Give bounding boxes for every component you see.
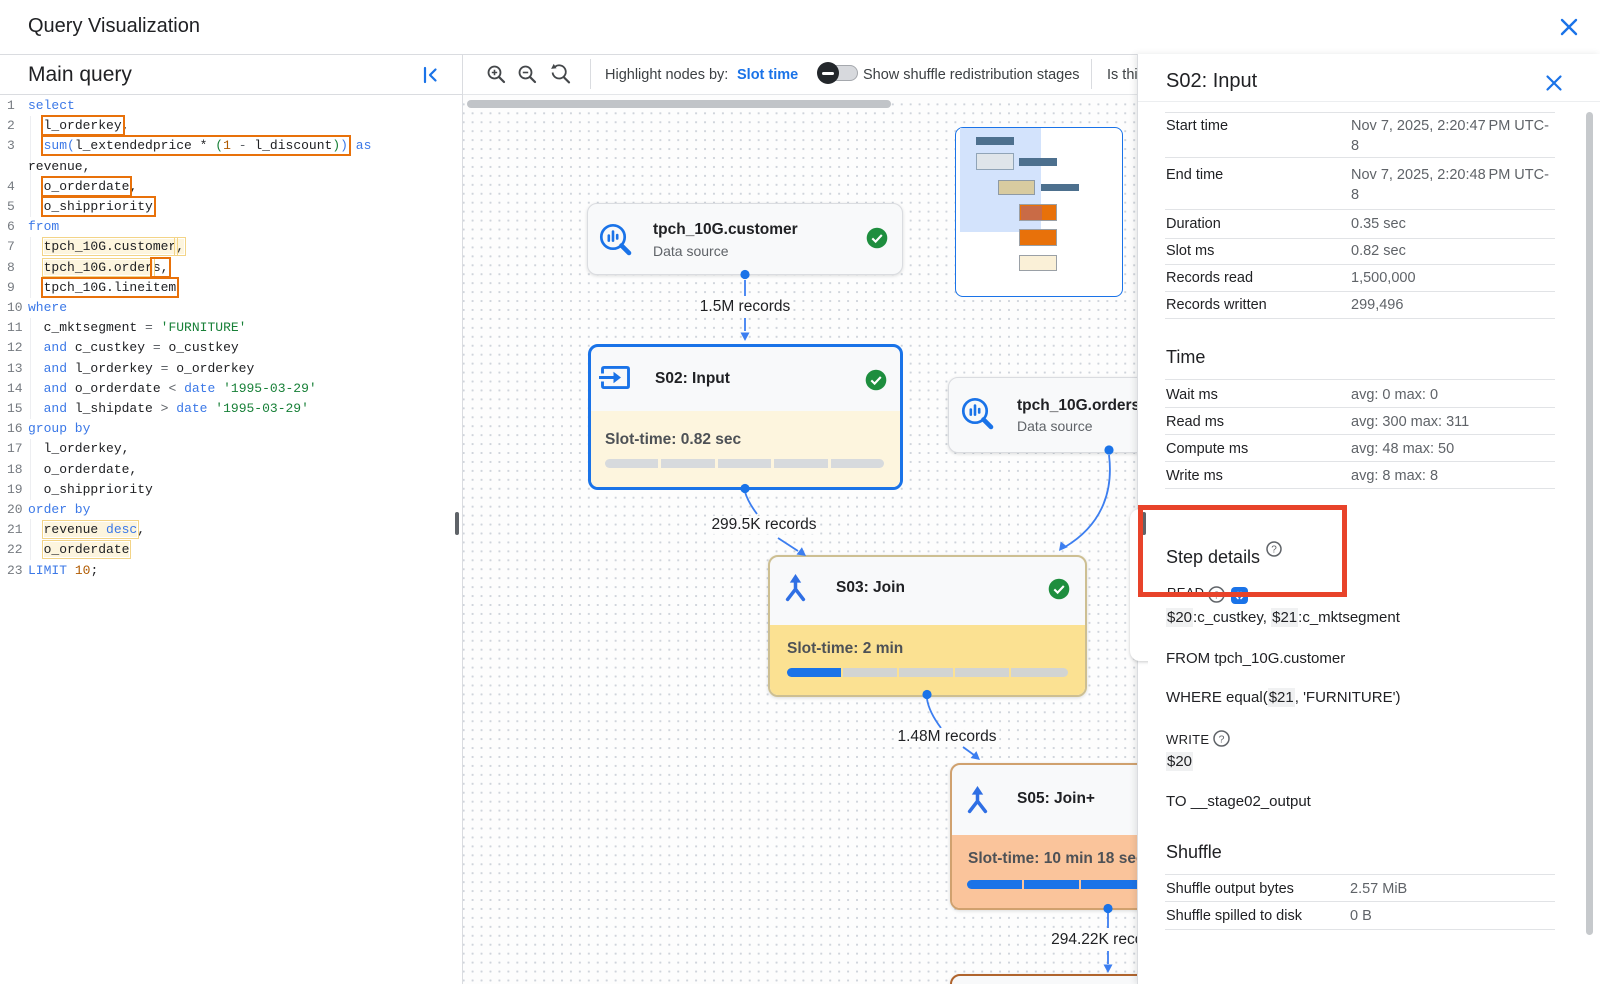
svg-text:?: ? xyxy=(1219,733,1225,745)
